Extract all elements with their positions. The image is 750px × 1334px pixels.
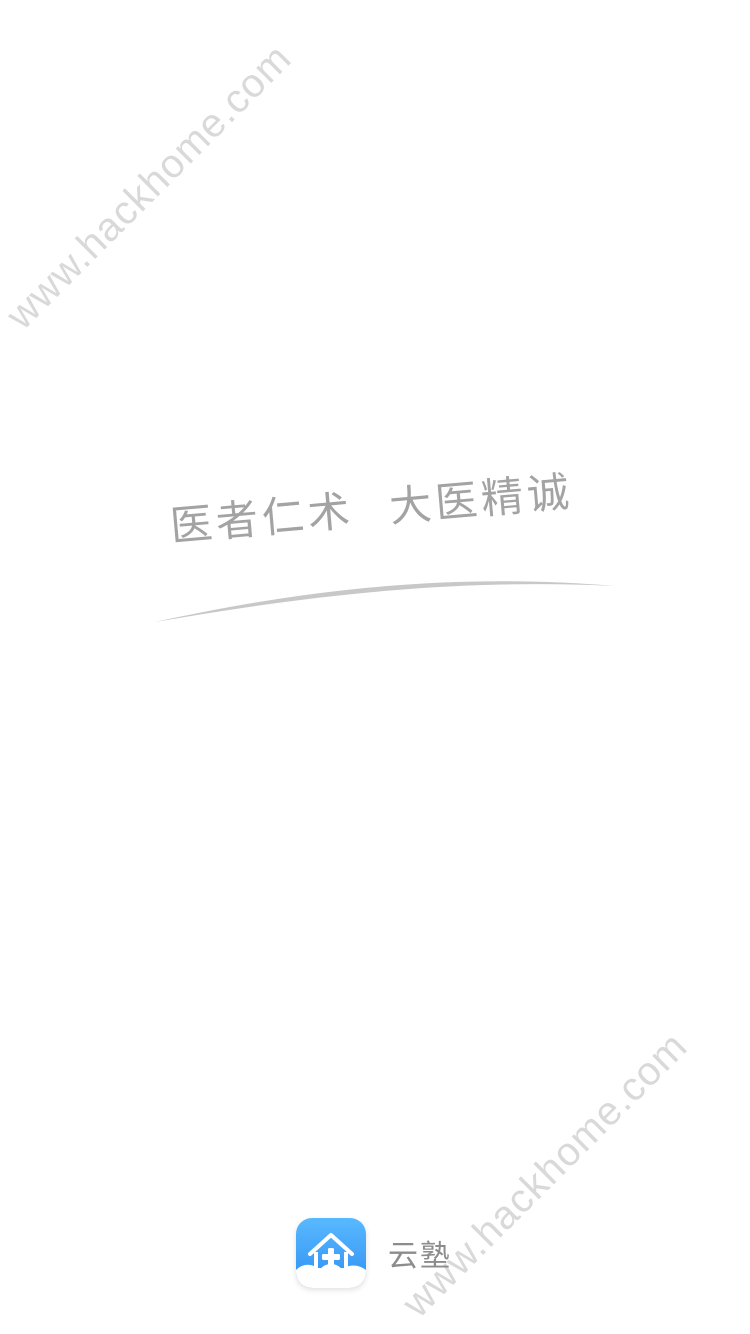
- watermark-top: www.hackhome.com: [0, 35, 300, 338]
- slogan: 医者仁术 大医精诚: [166, 442, 592, 568]
- app-name: 云塾: [388, 1239, 452, 1274]
- brush-stroke-decoration: [155, 581, 615, 622]
- house-cross-cloud-icon: [296, 1218, 366, 1288]
- brand-footer: 云塾: [296, 1217, 452, 1289]
- slogan-part-2: 大医精诚: [387, 466, 575, 532]
- slogan-part-1: 医者仁术: [168, 485, 356, 551]
